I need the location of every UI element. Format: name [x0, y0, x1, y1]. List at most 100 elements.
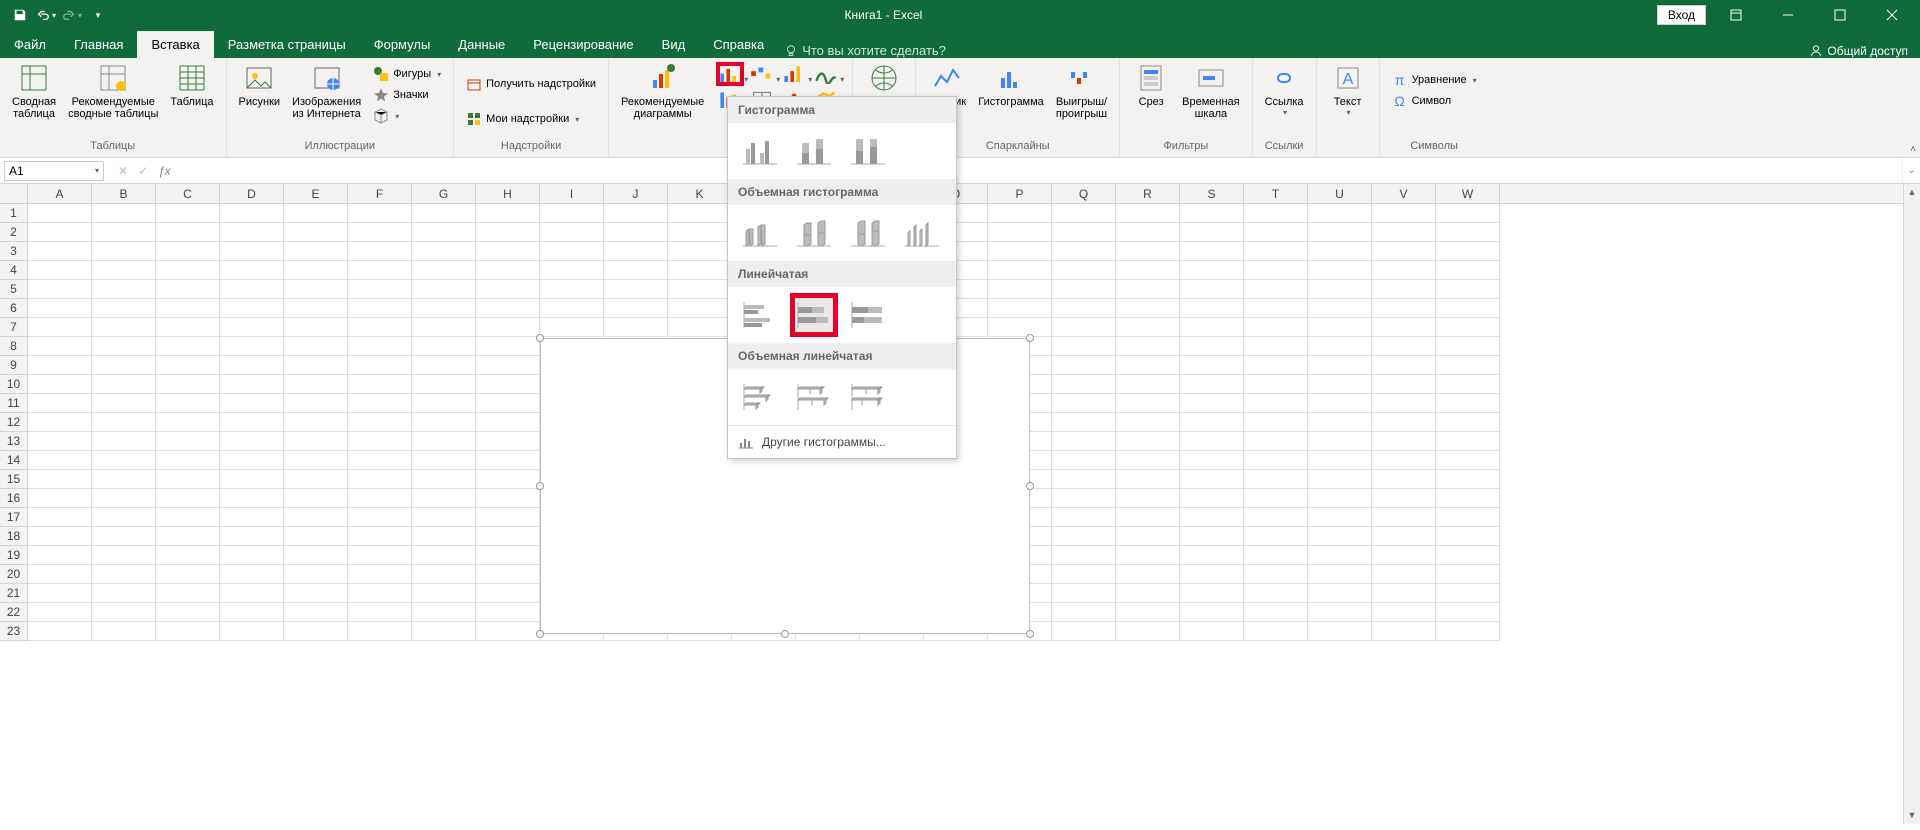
cell[interactable]	[348, 565, 412, 584]
cell[interactable]	[1180, 565, 1244, 584]
cell[interactable]	[1308, 280, 1372, 299]
cell[interactable]	[1244, 527, 1308, 546]
cell[interactable]	[1052, 299, 1116, 318]
cell[interactable]	[1308, 413, 1372, 432]
column-header[interactable]: D	[220, 184, 284, 203]
cell[interactable]	[476, 527, 540, 546]
cell[interactable]	[1308, 223, 1372, 242]
cell[interactable]	[348, 470, 412, 489]
tell-me[interactable]: Что вы хотите сделать?	[784, 43, 946, 58]
cell[interactable]	[1244, 337, 1308, 356]
cell[interactable]	[348, 432, 412, 451]
cell[interactable]	[1372, 242, 1436, 261]
cell[interactable]	[92, 223, 156, 242]
cell[interactable]	[284, 565, 348, 584]
cell[interactable]	[540, 261, 604, 280]
column-header[interactable]: C	[156, 184, 220, 203]
cell[interactable]	[1372, 318, 1436, 337]
cell[interactable]	[28, 375, 92, 394]
cell[interactable]	[284, 242, 348, 261]
cell[interactable]	[348, 337, 412, 356]
insert-function-button[interactable]: ƒx	[158, 164, 171, 178]
cell[interactable]	[1052, 489, 1116, 508]
cell[interactable]	[540, 223, 604, 242]
row-header[interactable]: 10	[0, 375, 28, 394]
cell[interactable]	[92, 432, 156, 451]
cell[interactable]	[412, 546, 476, 565]
column-header[interactable]: P	[988, 184, 1052, 203]
cell[interactable]	[1436, 527, 1500, 546]
cell[interactable]	[1052, 603, 1116, 622]
cell[interactable]	[604, 242, 668, 261]
cell[interactable]	[1180, 622, 1244, 641]
cell[interactable]	[1116, 280, 1180, 299]
cell[interactable]	[476, 223, 540, 242]
cell[interactable]	[28, 470, 92, 489]
cell[interactable]	[156, 299, 220, 318]
cell[interactable]	[412, 508, 476, 527]
cell[interactable]	[1180, 394, 1244, 413]
cell[interactable]	[284, 337, 348, 356]
cell[interactable]	[92, 508, 156, 527]
cell[interactable]	[412, 261, 476, 280]
cell[interactable]	[28, 394, 92, 413]
cell[interactable]	[220, 261, 284, 280]
cell[interactable]	[156, 261, 220, 280]
row-header[interactable]: 4	[0, 261, 28, 280]
cell[interactable]	[348, 318, 412, 337]
cell[interactable]	[1308, 318, 1372, 337]
cell[interactable]	[1180, 603, 1244, 622]
cell[interactable]	[1116, 299, 1180, 318]
cell[interactable]	[348, 223, 412, 242]
cell[interactable]	[28, 242, 92, 261]
cell[interactable]	[348, 603, 412, 622]
cell[interactable]	[988, 204, 1052, 223]
cell[interactable]	[1116, 337, 1180, 356]
cell[interactable]	[604, 204, 668, 223]
column-header[interactable]: U	[1308, 184, 1372, 203]
cell[interactable]	[156, 546, 220, 565]
cell[interactable]	[668, 242, 732, 261]
cell[interactable]	[348, 204, 412, 223]
cell[interactable]	[220, 527, 284, 546]
cell[interactable]	[412, 584, 476, 603]
cell[interactable]	[476, 261, 540, 280]
cell[interactable]	[1436, 204, 1500, 223]
shapes-button[interactable]: Фигуры▾	[369, 64, 445, 84]
cell[interactable]	[1116, 432, 1180, 451]
cell[interactable]	[1308, 394, 1372, 413]
row-header[interactable]: 6	[0, 299, 28, 318]
cell[interactable]	[284, 261, 348, 280]
cell[interactable]	[412, 603, 476, 622]
cell[interactable]	[1308, 565, 1372, 584]
cell[interactable]	[284, 432, 348, 451]
cell[interactable]	[1052, 565, 1116, 584]
cell[interactable]	[28, 337, 92, 356]
cell[interactable]	[92, 356, 156, 375]
cell[interactable]	[92, 546, 156, 565]
cell[interactable]	[1052, 337, 1116, 356]
cell[interactable]	[540, 318, 604, 337]
cell[interactable]	[1180, 204, 1244, 223]
tab-layout[interactable]: Разметка страницы	[214, 31, 360, 58]
row-header[interactable]: 13	[0, 432, 28, 451]
cell[interactable]	[348, 508, 412, 527]
cell[interactable]	[476, 508, 540, 527]
recommended-charts-button[interactable]: Рекомендуемые диаграммы	[617, 60, 708, 122]
cell[interactable]	[1244, 508, 1308, 527]
cell[interactable]	[1372, 508, 1436, 527]
cell[interactable]	[156, 204, 220, 223]
cell[interactable]	[1244, 565, 1308, 584]
cell[interactable]	[1116, 470, 1180, 489]
cell[interactable]	[540, 204, 604, 223]
column-header[interactable]: S	[1180, 184, 1244, 203]
cell[interactable]	[284, 584, 348, 603]
cell[interactable]	[1436, 508, 1500, 527]
cell[interactable]	[220, 337, 284, 356]
pivot-table-button[interactable]: Сводная таблица	[8, 60, 60, 122]
cell[interactable]	[412, 451, 476, 470]
cell[interactable]	[156, 223, 220, 242]
cell[interactable]	[668, 318, 732, 337]
row-header[interactable]: 22	[0, 603, 28, 622]
row-header[interactable]: 17	[0, 508, 28, 527]
